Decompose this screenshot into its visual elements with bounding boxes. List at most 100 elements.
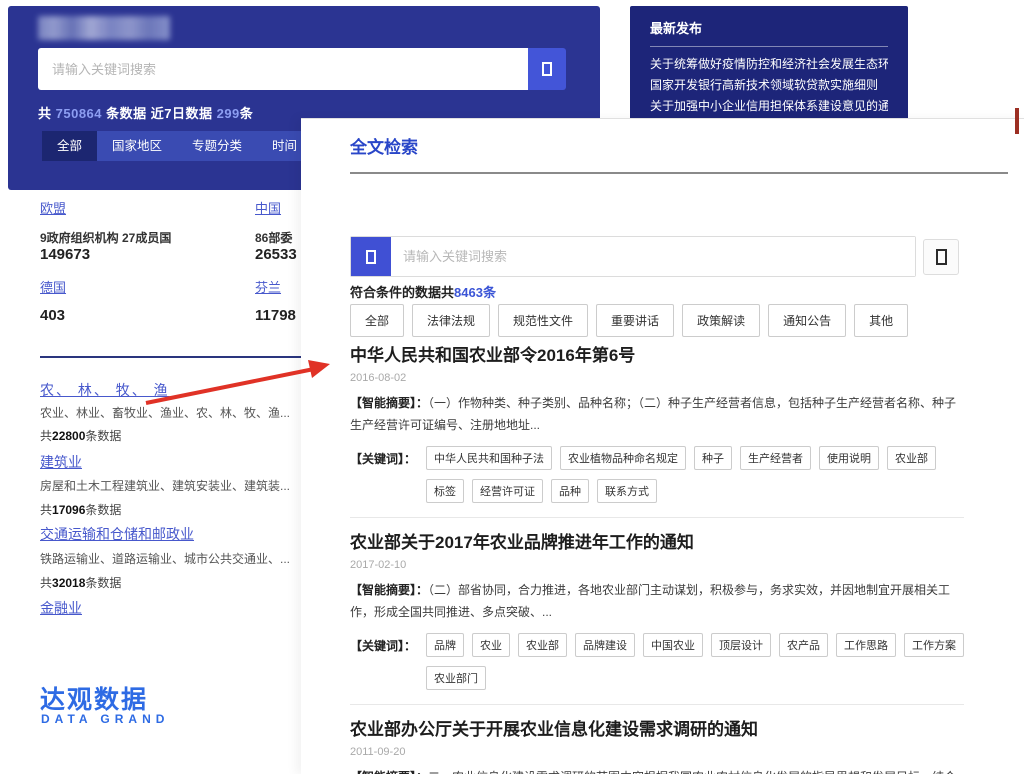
latest-panel: 最新发布 关于统筹做好疫情防控和经济社会发展生态环保工作... 国家开发银行高新… [630,6,908,120]
sidebar-agriculture-count: 共22800条数据 [40,427,121,444]
keyword-chip[interactable]: 农业植物品种命名规定 [560,446,686,470]
keyword-chip[interactable]: 农业 [472,633,510,657]
keyword-chip-list: 中华人民共和国种子法 农业植物品种命名规定 种子 生产经营者 使用说明 农业部 … [426,446,964,503]
latest-item[interactable]: 关于统筹做好疫情防控和经济社会发展生态环保工作... [650,54,888,75]
keyword-chip[interactable]: 品种 [551,479,589,503]
filter-important-speeches[interactable]: 重要讲话 [596,304,674,337]
divider [650,46,888,47]
keyword-chip[interactable]: 工作方案 [904,633,964,657]
keyword-chip[interactable]: 联系方式 [597,479,657,503]
keyword-chip[interactable]: 品牌建设 [575,633,635,657]
filter-bar: 全部 法律法规 规范性文件 重要讲话 政策解读 通知公告 其他 [350,304,908,337]
result-keywords: 【关键词】： 品牌 农业 农业部 品牌建设 中国农业 顶层设计 农产品 工作思路… [350,633,964,690]
stats-recent-suffix: 条 [240,106,254,121]
datagrand-logo-en: DATA GRAND [41,712,169,726]
keyword-chip[interactable]: 农业部 [518,633,567,657]
page: 共 750864 条数据 近7日数据 299条 全部 国家地区 专题分类 时间 … [0,0,1024,774]
keywords-label: 【关键词】： [350,633,426,690]
tab-topic-category[interactable]: 专题分类 [177,131,257,161]
keyword-chip-list: 品牌 农业 农业部 品牌建设 中国农业 顶层设计 农产品 工作思路 工作方案 农… [426,633,964,690]
sidebar-link-finland[interactable]: 芬兰 [255,277,281,296]
latest-item[interactable]: 关于加强中小企业信用担保体系建设意见的通知 [650,96,888,117]
summary-label: 【智能摘要】： [350,770,428,774]
divider [350,172,1008,174]
sidebar-germany-count: 403 [40,307,65,324]
sidebar-divider [40,356,301,358]
result-summary: 【智能摘要】：二、农业信息化建设需求调研的范围内容根据我国农业农村信息化发展的指… [350,766,964,774]
result-item: 中华人民共和国农业部令2016年第6号 2016-08-02 【智能摘要】：（一… [350,345,964,503]
result-date: 2016-08-02 [350,372,964,384]
sidebar-agriculture-desc: 农业、林业、畜牧业、渔业、农、林、牧、渔... [40,404,290,421]
keyword-chip[interactable]: 标签 [426,479,464,503]
keyword-chip[interactable]: 顶层设计 [711,633,771,657]
summary-label: 【智能摘要】： [350,583,428,597]
latest-item[interactable]: 国家开发银行高新技术领域软贷款实施细则 [650,75,888,96]
keyword-chip[interactable]: 工作思路 [836,633,896,657]
count-prefix: 共 [40,429,52,443]
main-search-submit-button[interactable] [923,239,959,275]
result-title[interactable]: 中华人民共和国农业部令2016年第6号 [350,345,964,367]
summary-label: 【智能摘要】： [350,396,428,410]
keyword-chip[interactable]: 农产品 [779,633,828,657]
hero-search-button[interactable] [528,48,566,90]
sidebar-eu-count: 149673 [40,246,90,263]
filter-all[interactable]: 全部 [350,304,404,337]
count-suffix: 条数据 [85,429,121,443]
hero-search-input[interactable] [38,48,528,90]
main-card: 全文检索 符合条件的数据共8463条 全部 法律法规 规范性文件 重要讲话 政策… [301,118,1024,774]
count-prefix: 共 [40,576,52,590]
sidebar-link-finance[interactable]: 金融业 [40,598,82,618]
keyword-chip[interactable]: 中华人民共和国种子法 [426,446,552,470]
filter-other[interactable]: 其他 [854,304,908,337]
main-search-category-button[interactable] [351,237,391,276]
result-summary: 【智能摘要】：（一）作物种类、种子类别、品种名称；（二）种子生产经营者信息，包括… [350,392,964,436]
count-prefix: 共 [40,503,52,517]
keyword-chip[interactable]: 农业部 [887,446,936,470]
keyword-chip[interactable]: 经营许可证 [472,479,543,503]
result-keywords: 【关键词】： 中华人民共和国种子法 农业植物品种命名规定 种子 生产经营者 使用… [350,446,964,503]
sidebar-transport-desc: 铁路运输业、道路运输业、城市公共交通业、... [40,550,290,567]
result-count-number: 8463 [454,285,483,300]
result-item: 农业部关于2017年农业品牌推进年工作的通知 2017-02-10 【智能摘要】… [350,517,964,690]
keyword-chip[interactable]: 种子 [694,446,732,470]
filter-normative-docs[interactable]: 规范性文件 [498,304,588,337]
search-icon [366,250,376,264]
keyword-chip[interactable]: 品牌 [426,633,464,657]
keyword-chip[interactable]: 农业部门 [426,666,486,690]
sidebar-china-desc: 86部委 [255,229,292,246]
sidebar-link-transport[interactable]: 交通运输和仓储和邮政业 [40,524,194,544]
count-number: 17096 [52,503,85,517]
result-title[interactable]: 农业部关于2017年农业品牌推进年工作的通知 [350,532,964,554]
keywords-label: 【关键词】： [350,446,426,503]
hero-search-bar [38,48,566,90]
sidebar-link-germany[interactable]: 德国 [40,277,66,296]
count-suffix: 条数据 [85,576,121,590]
sidebar-link-agriculture[interactable]: 农、 林、 牧、 渔 [40,380,170,400]
summary-text: （二）部省协同，合力推进，各地农业部门主动谋划，积极参与，务求实效，并因地制宜开… [350,583,950,619]
keyword-chip[interactable]: 中国农业 [643,633,703,657]
sidebar-finland-count: 11798 [255,307,296,324]
keyword-chip[interactable]: 使用说明 [819,446,879,470]
sidebar-link-china[interactable]: 中国 [255,198,281,217]
result-count-line: 符合条件的数据共8463条 [350,282,496,301]
page-title: 全文检索 [350,133,418,158]
summary-text: （一）作物种类、种子类别、品种名称；（二）种子生产经营者信息，包括种子生产经营者… [350,396,956,432]
stats-recent-label: 近7日数据 [151,106,217,121]
search-icon [936,249,947,265]
main-search-input[interactable] [391,237,915,276]
tab-all[interactable]: 全部 [42,131,97,161]
result-title[interactable]: 农业部办公厅关于开展农业信息化建设需求调研的通知 [350,719,964,741]
filter-policy-interpretation[interactable]: 政策解读 [682,304,760,337]
edge-marker [1015,108,1019,134]
main-search-bar [350,236,916,277]
sidebar-link-construction[interactable]: 建筑业 [40,452,82,472]
filter-laws[interactable]: 法律法规 [412,304,490,337]
search-icon [542,62,552,76]
sidebar-link-eu[interactable]: 欧盟 [40,198,66,217]
datagrand-logo-cn: 达观数据 [40,680,148,716]
stats-recent-number: 299 [217,106,240,121]
keyword-chip[interactable]: 生产经营者 [740,446,811,470]
filter-notices[interactable]: 通知公告 [768,304,846,337]
tab-country-region[interactable]: 国家地区 [97,131,177,161]
count-suffix: 条数据 [85,503,121,517]
